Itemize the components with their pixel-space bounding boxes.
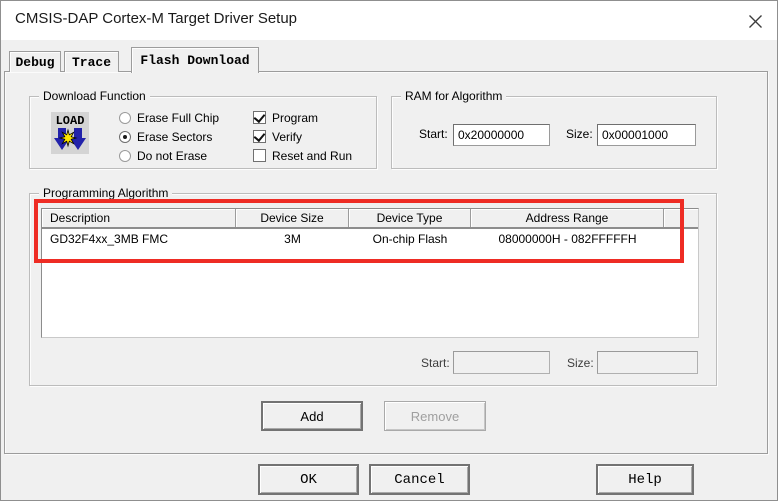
tab-debug[interactable]: Debug	[9, 51, 61, 72]
radio-do-not-erase[interactable]: Do not Erase	[119, 148, 207, 163]
column-header-description[interactable]: Description	[42, 209, 236, 227]
column-header-device-size[interactable]: Device Size	[236, 209, 349, 227]
algorithm-start-label: Start:	[421, 356, 450, 370]
cancel-button-label: Cancel	[394, 472, 444, 488]
cell-address-range: 08000000H - 082FFFFFH	[471, 232, 664, 246]
algorithm-list[interactable]: Description Device Size Device Type Addr…	[41, 208, 699, 338]
programming-algorithm-group-label: Programming Algorithm	[39, 186, 172, 200]
add-button[interactable]: Add	[261, 401, 363, 431]
tab-flash-download-label: Flash Download	[140, 53, 249, 68]
checkbox-program-control	[253, 111, 266, 124]
radio-erase-sectors-label: Erase Sectors	[137, 130, 212, 144]
add-button-label: Add	[300, 409, 323, 424]
ram-size-label: Size:	[566, 127, 593, 141]
tab-trace[interactable]: Trace	[64, 51, 119, 72]
close-button[interactable]	[743, 9, 767, 33]
algorithm-list-header: Description Device Size Device Type Addr…	[42, 209, 698, 229]
algorithm-start-input[interactable]	[453, 351, 550, 374]
tab-debug-label: Debug	[15, 55, 54, 70]
remove-button-label: Remove	[411, 409, 459, 424]
column-header-address-range[interactable]: Address Range	[471, 209, 664, 227]
checkbox-program-label: Program	[272, 111, 318, 125]
ram-start-label: Start:	[419, 127, 448, 141]
column-header-device-type[interactable]: Device Type	[349, 209, 471, 227]
checkbox-reset-and-run[interactable]: Reset and Run	[253, 148, 352, 163]
algorithm-size-input[interactable]	[597, 351, 698, 374]
checkbox-verify-label: Verify	[272, 130, 302, 144]
radio-erase-full-chip[interactable]: Erase Full Chip	[119, 110, 219, 125]
checkbox-reset-and-run-control	[253, 149, 266, 162]
algorithm-size-label: Size:	[567, 356, 594, 370]
ram-size-input[interactable]	[597, 124, 696, 146]
radio-erase-full-chip-control	[119, 112, 131, 124]
column-header-spacer	[664, 209, 698, 227]
load-icon: LOAD	[51, 112, 89, 154]
tab-flash-download[interactable]: Flash Download	[131, 47, 259, 73]
ram-for-algorithm-group-label: RAM for Algorithm	[401, 89, 506, 103]
radio-erase-sectors-control	[119, 131, 131, 143]
radio-do-not-erase-control	[119, 150, 131, 162]
ok-button[interactable]: OK	[258, 464, 359, 495]
dialog-title: CMSIS-DAP Cortex-M Target Driver Setup	[15, 10, 297, 27]
target-driver-setup-dialog: CMSIS-DAP Cortex-M Target Driver Setup D…	[0, 0, 778, 501]
help-button-label: Help	[628, 472, 662, 488]
cell-device-type: On-chip Flash	[349, 232, 471, 246]
cell-description: GD32F4xx_3MB FMC	[42, 232, 236, 246]
tab-trace-label: Trace	[72, 55, 111, 70]
close-icon	[748, 14, 763, 29]
cell-device-size: 3M	[236, 232, 349, 246]
checkbox-verify-control	[253, 130, 266, 143]
checkbox-verify[interactable]: Verify	[253, 129, 302, 144]
cancel-button[interactable]: Cancel	[369, 464, 470, 495]
algorithm-row[interactable]: GD32F4xx_3MB FMC 3M On-chip Flash 080000…	[42, 229, 698, 249]
help-button[interactable]: Help	[596, 464, 694, 495]
ok-button-label: OK	[300, 472, 317, 488]
radio-erase-full-chip-label: Erase Full Chip	[137, 111, 219, 125]
download-function-group-label: Download Function	[39, 89, 150, 103]
ram-start-input[interactable]	[453, 124, 550, 146]
svg-text:LOAD: LOAD	[56, 114, 85, 128]
radio-do-not-erase-label: Do not Erase	[137, 149, 207, 163]
radio-erase-sectors[interactable]: Erase Sectors	[119, 129, 212, 144]
checkbox-program[interactable]: Program	[253, 110, 318, 125]
remove-button[interactable]: Remove	[384, 401, 486, 431]
checkbox-reset-and-run-label: Reset and Run	[272, 149, 352, 163]
titlebar: CMSIS-DAP Cortex-M Target Driver Setup	[1, 1, 777, 40]
